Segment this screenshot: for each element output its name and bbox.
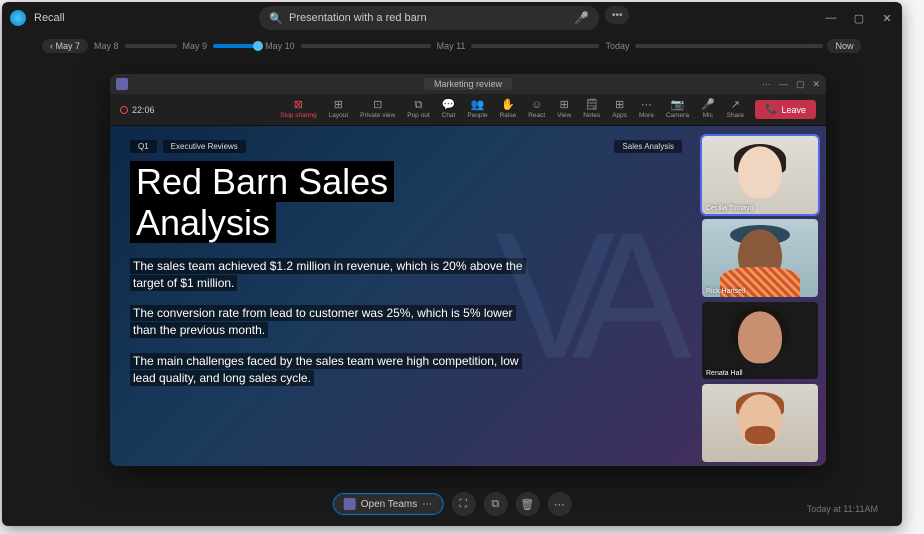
teams-toolbar: 22:06 ⊠Stop sharing⊞Layout⊡Private view⧉… xyxy=(110,94,826,126)
snapshot-action-bar: Open Teams ⋯ ⛶ ⧉ 🗑 ⋯ xyxy=(333,492,572,516)
private-view-icon: ⊡ xyxy=(373,99,382,111)
toolbar-layout-button[interactable]: ⊞Layout xyxy=(324,99,354,119)
toolbar-apps-button[interactable]: ⊞Apps xyxy=(607,99,632,119)
crop-button[interactable]: ⛶ xyxy=(451,492,475,516)
titlebar: Recall 🔍 🎤 ••• — ▢ ✕ xyxy=(2,2,902,34)
teams-close-button[interactable]: ✕ xyxy=(812,79,820,90)
chat-icon: 💬 xyxy=(442,99,456,111)
teams-titlebar: Marketing review ⋯ — ▢ ✕ xyxy=(110,74,826,94)
notes-icon: 🗒 xyxy=(585,99,599,111)
toolbar-view-button[interactable]: ⊞View xyxy=(552,99,576,119)
snapshot-timestamp: Today at 11:11AM xyxy=(807,504,878,514)
leave-button[interactable]: 📞 Leave xyxy=(755,100,816,119)
recording-indicator: 22:06 xyxy=(120,105,155,115)
close-button[interactable]: ✕ xyxy=(880,12,894,25)
timeline-now-button[interactable]: Now xyxy=(827,39,861,53)
chevron-left-icon: ‹ xyxy=(50,41,53,51)
timeline-segment-active[interactable] xyxy=(213,44,259,48)
people-icon: 👥 xyxy=(471,99,485,111)
participant-video[interactable]: Cecilia Tomayo xyxy=(702,136,818,214)
participant-column: Cecilia Tomayo Rick Hartsell Renata Hall xyxy=(702,126,826,466)
share-icon: ↗ xyxy=(731,99,740,111)
toolbar-pop-out-button[interactable]: ⧉Pop out xyxy=(402,99,434,119)
recall-logo-icon xyxy=(10,10,26,26)
teams-minimize-button[interactable]: — xyxy=(779,79,788,90)
toolbar-people-button[interactable]: 👥People xyxy=(462,99,492,119)
search-box[interactable]: 🔍 🎤 xyxy=(259,6,599,30)
slide-bullet: The sales team achieved $1.2 million in … xyxy=(130,258,530,292)
toolbar-private-view-button[interactable]: ⊡Private view xyxy=(355,99,400,119)
copy-button[interactable]: ⧉ xyxy=(483,492,507,516)
toolbar-mic-button[interactable]: 🎤Mic xyxy=(696,99,720,119)
toolbar-camera-button[interactable]: 📷Camera xyxy=(661,99,694,119)
apps-icon: ⊞ xyxy=(615,99,624,111)
timeline-knob[interactable] xyxy=(253,41,263,51)
participant-video[interactable]: Rick Hartsell xyxy=(702,219,818,297)
pop-out-icon: ⧉ xyxy=(414,99,422,111)
participant-video[interactable]: Renata Hall xyxy=(702,302,818,380)
shared-slide: VA Q1 Executive Reviews Sales Analysis R… xyxy=(110,126,702,466)
slide-bullet: The main challenges faced by the sales t… xyxy=(130,353,530,387)
stop-sharing-icon: ⊠ xyxy=(294,99,303,111)
toolbar-stop-sharing-button[interactable]: ⊠Stop sharing xyxy=(275,99,322,119)
toolbar-share-button[interactable]: ↗Share xyxy=(722,99,749,119)
teams-more-button[interactable]: ⋯ xyxy=(762,79,771,90)
slide-bullet: The conversion rate from lead to custome… xyxy=(130,305,530,339)
timeline[interactable]: ‹ May 7 May 8 May 9 May 10 May 11 Today … xyxy=(2,34,902,58)
timeline-segment[interactable] xyxy=(301,44,431,48)
maximize-button[interactable]: ▢ xyxy=(852,12,866,25)
toolbar-chat-button[interactable]: 💬Chat xyxy=(437,99,461,119)
timeline-segment[interactable] xyxy=(125,44,177,48)
timeline-back-button[interactable]: ‹ May 7 xyxy=(42,39,88,53)
search-more-button[interactable]: ••• xyxy=(605,6,629,24)
toolbar-raise-button[interactable]: ✋Raise xyxy=(495,99,522,119)
teams-logo-icon xyxy=(116,78,128,90)
snapshot-card: Marketing review ⋯ — ▢ ✕ 22:06 ⊠Stop sha… xyxy=(110,74,826,466)
open-app-button[interactable]: Open Teams ⋯ xyxy=(333,493,444,515)
recall-window: Recall 🔍 🎤 ••• — ▢ ✕ ‹ May 7 May 8 May 9… xyxy=(2,2,902,526)
toolbar-notes-button[interactable]: 🗒Notes xyxy=(578,99,605,119)
meeting-title: Marketing review xyxy=(424,78,512,90)
mic-icon: 🎤 xyxy=(701,99,715,111)
teams-icon xyxy=(344,498,356,510)
camera-icon: 📷 xyxy=(671,99,685,111)
slide-title: Red Barn SalesAnalysis xyxy=(130,161,682,244)
search-input[interactable] xyxy=(289,12,564,24)
raise-icon: ✋ xyxy=(501,99,515,111)
slide-tag: Q1 xyxy=(130,140,157,153)
mic-icon[interactable]: 🎤 xyxy=(574,11,589,25)
timeline-segment[interactable] xyxy=(635,44,823,48)
app-title: Recall xyxy=(34,12,65,24)
phone-icon: 📞 xyxy=(765,104,777,115)
more-button[interactable]: ⋯ xyxy=(547,492,571,516)
search-icon: 🔍 xyxy=(269,12,283,25)
more-icon: ⋯ xyxy=(641,99,652,111)
teams-maximize-button[interactable]: ▢ xyxy=(796,79,805,90)
timeline-segment[interactable] xyxy=(471,44,599,48)
delete-button[interactable]: 🗑 xyxy=(515,492,539,516)
slide-tag: Sales Analysis xyxy=(614,140,682,153)
meeting-timer: 22:06 xyxy=(132,105,155,115)
toolbar-react-button[interactable]: ☺React xyxy=(523,99,550,119)
participant-video[interactable] xyxy=(702,384,818,462)
toolbar-more-button[interactable]: ⋯More xyxy=(634,99,659,119)
record-icon xyxy=(120,106,128,114)
slide-tag: Executive Reviews xyxy=(163,140,246,153)
layout-icon: ⊞ xyxy=(334,99,343,111)
minimize-button[interactable]: — xyxy=(824,12,838,25)
view-icon: ⊞ xyxy=(560,99,569,111)
react-icon: ☺ xyxy=(531,99,542,111)
